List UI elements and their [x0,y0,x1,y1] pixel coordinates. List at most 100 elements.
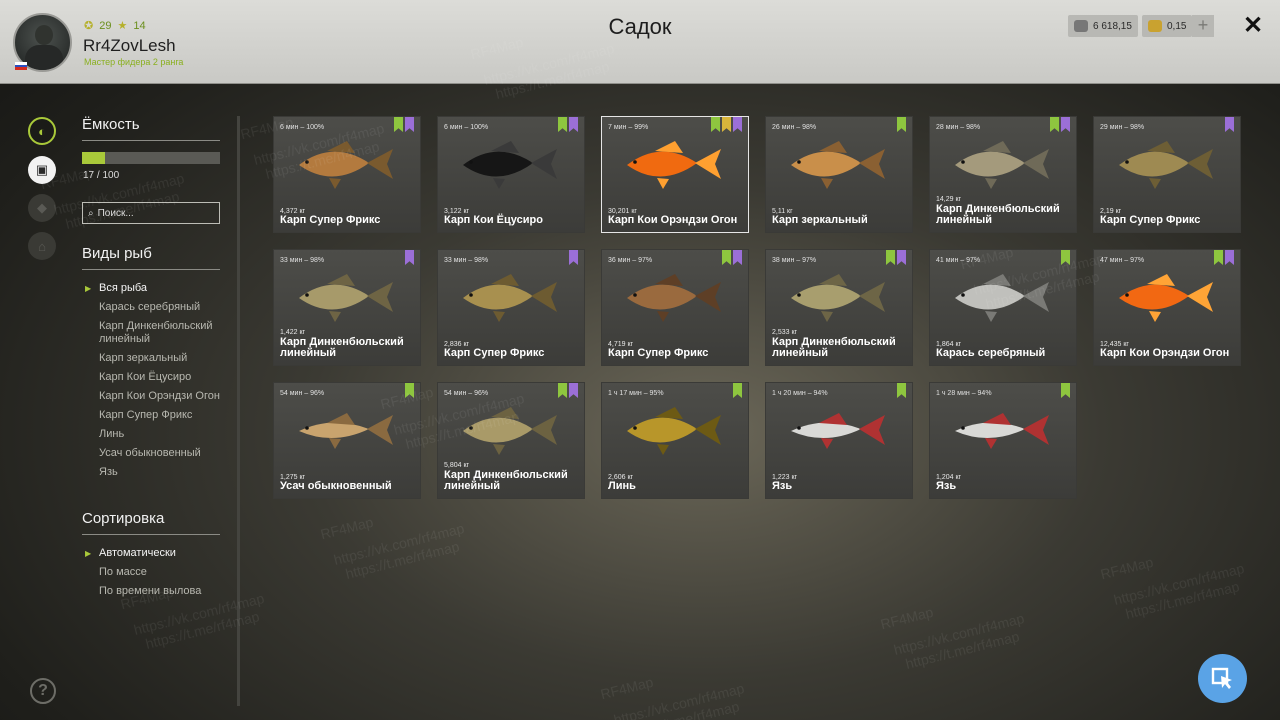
fish-shape [791,284,861,310]
fish-card[interactable]: 54 мин – 96% 1,275 кг Усач обыкновенный [273,382,421,499]
fish-weight: 14,29 кг [936,196,962,203]
species-item[interactable]: Линь [99,428,223,441]
fish-shape [695,149,721,179]
fish-card[interactable]: 26 мин – 98% 5,11 кг Карп зеркальный [765,116,913,233]
purple-badge-icon [405,250,414,265]
badges [886,250,906,265]
add-currency-button[interactable]: + [1192,15,1214,37]
fish-shape [329,438,341,449]
fish-card[interactable]: 1 ч 17 мин – 95% 2,606 кг Линь [601,382,749,499]
keepnet-fish-icon[interactable]: ◐ [28,117,56,145]
watermark-text: https://vk.com/rf4map [332,520,466,568]
avatar-head [35,25,53,45]
species-item[interactable]: Карп Кои Ёцусиро [99,371,223,384]
fish-card[interactable]: 47 мин – 97% 12,435 кг Карп Кои Орэндзи Ог… [1093,249,1241,366]
fish-shape [1125,293,1129,297]
level-icon: ✪ [84,20,94,32]
species-item[interactable]: Карп Супер Фрикс [99,409,223,422]
fish-shape [1125,160,1129,164]
fish-name: Карп Кои Орэндзи Огон [1100,347,1230,359]
fish-image [1119,274,1213,322]
fish-card[interactable]: 33 мин – 98% 2,836 кг Карп Супер Фрикс [437,249,585,366]
fish-card[interactable]: 38 мин – 97% 2,533 кг Карп Динкенбюльский … [765,249,913,366]
green-badge-icon [1050,117,1059,132]
fish-card[interactable]: 28 мин – 98% 14,29 кг Карп Динкенбюльский … [929,116,1077,233]
fish-shape [627,151,697,177]
fish-card[interactable]: 7 мин – 99% 30,201 кг Карп Кои Орэндзи Ого… [601,116,749,233]
fish-image [463,407,557,455]
fish-shape [367,149,393,179]
fish-shape [327,274,355,286]
fish-shape [491,141,519,153]
watermark-text: https://vk.com/rf4map [1112,560,1246,608]
fish-card[interactable]: 36 мин – 97% 4,719 кг Карп Супер Фрикс [601,249,749,366]
fish-shape [655,274,683,286]
fish-shape [633,426,637,430]
silver-icon [1074,20,1088,32]
bag-icon[interactable]: ▣ [28,156,56,184]
species-item[interactable]: Карп Динкенбюльский линейный [99,320,223,346]
catch-time: 1 ч 28 мин – 94% [936,390,992,397]
species-item[interactable]: Карась серебряный [99,301,223,314]
star-icon: ★ [117,20,128,32]
purple-badge-icon [1225,250,1234,265]
species-item[interactable]: Усач обыкновенный [99,447,223,460]
fish-shape [493,311,505,322]
fish-shape [797,426,801,430]
silver-balance[interactable]: 6 618,15 [1068,15,1138,37]
species-item-all[interactable]: Вся рыба [85,282,223,295]
badges [722,250,742,265]
green-badge-icon [722,250,731,265]
fish-shape [305,160,309,164]
fish-card[interactable]: 29 мин – 98% 2,19 кг Карп Супер Фрикс [1093,116,1241,233]
fish-shape [859,415,885,445]
badges [558,117,578,132]
search-input[interactable]: ⌕ Поиск... [82,202,220,224]
badges [558,383,578,398]
fish-card[interactable]: 33 мин – 98% 1,422 кг Карп Динкенбюльский … [273,249,421,366]
fish-name: Карп Супер Фрикс [444,347,545,359]
fish-card[interactable]: 54 мин – 96% 5,804 кг Карп Динкенбюльский … [437,382,585,499]
fish-shape [961,160,965,164]
gold-amount: 0,15 [1167,20,1187,32]
fish-shape [463,417,533,443]
fish-shape [655,407,683,419]
fish-image [955,274,1049,322]
home-icon[interactable]: ⌂ [28,232,56,260]
catch-time: 29 мин – 98% [1100,124,1145,131]
watermark-text: RF4Map [598,673,655,703]
fish-shape [531,282,557,312]
fish-shape [985,178,997,189]
fish-shape [1023,415,1049,445]
species-item[interactable]: Карп зеркальный [99,352,223,365]
fish-shape [305,293,309,297]
sort-by-mass[interactable]: По массе [99,566,223,579]
watermark-text: https://t.me/rf4map [143,608,261,652]
fish-name: Карп Динкенбюльский линейный [280,336,404,359]
help-icon[interactable]: ? [30,678,56,704]
species-item[interactable]: Язь [99,466,223,479]
fish-card[interactable]: 6 мин – 100% 4,372 кг Карп Супер Фрикс [273,116,421,233]
panel-divider[interactable] [237,116,240,706]
fish-name: Карась серебряный [936,347,1046,359]
fish-card[interactable]: 1 ч 20 мин – 94% 1,223 кг Язь [765,382,913,499]
sort-auto[interactable]: Автоматически [85,547,223,560]
sort-by-time[interactable]: По времени вылова [99,585,223,598]
shop-icon[interactable]: ◆ [28,194,56,222]
cursor-mode-button[interactable] [1198,654,1247,703]
capacity-bar [82,152,220,164]
badges [897,117,906,132]
close-icon[interactable]: ✕ [1240,13,1266,39]
fish-shape [983,413,1011,425]
watermark-text: RF4Map [878,603,935,633]
fish-card[interactable]: 1 ч 28 мин – 94% 1,204 кг Язь [929,382,1077,499]
catch-time: 54 мин – 96% [280,390,325,397]
fish-card[interactable]: 41 мин – 97% 1,864 кг Карась серебряный [929,249,1077,366]
species-item[interactable]: Карп Кои Орэндзи Огон [99,390,223,403]
fish-grid: 6 мин – 100% 4,372 кг Карп Супер Фрикс 6 ми… [273,116,1241,499]
fish-shape [821,178,833,189]
fish-card[interactable]: 6 мин – 100% 3,122 кг Карп Кои Ёцусиро [437,116,585,233]
gold-balance[interactable]: 0,15 [1142,15,1193,37]
watermark-text: https://vk.com/rf4map [892,610,1026,658]
fish-image [791,141,885,189]
